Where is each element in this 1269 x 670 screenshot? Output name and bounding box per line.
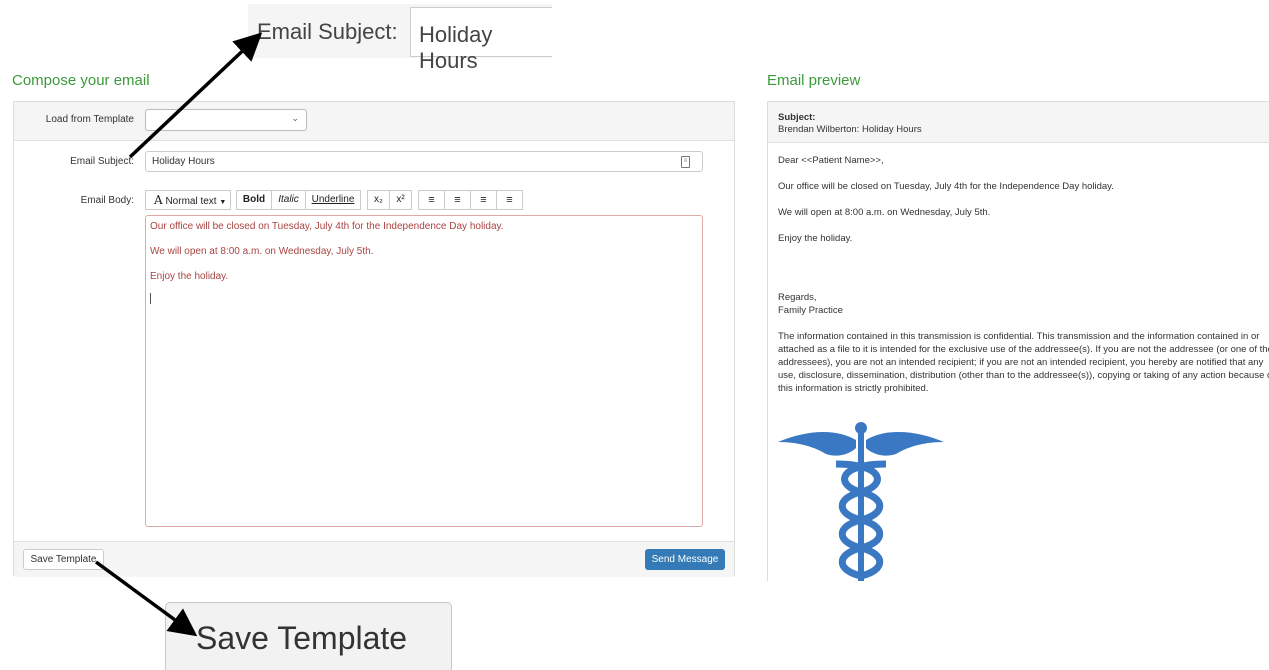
arrow-to-subject-zoom [128, 32, 263, 159]
arrow-to-save-zoom [94, 560, 198, 637]
annotation-arrows [94, 32, 263, 637]
